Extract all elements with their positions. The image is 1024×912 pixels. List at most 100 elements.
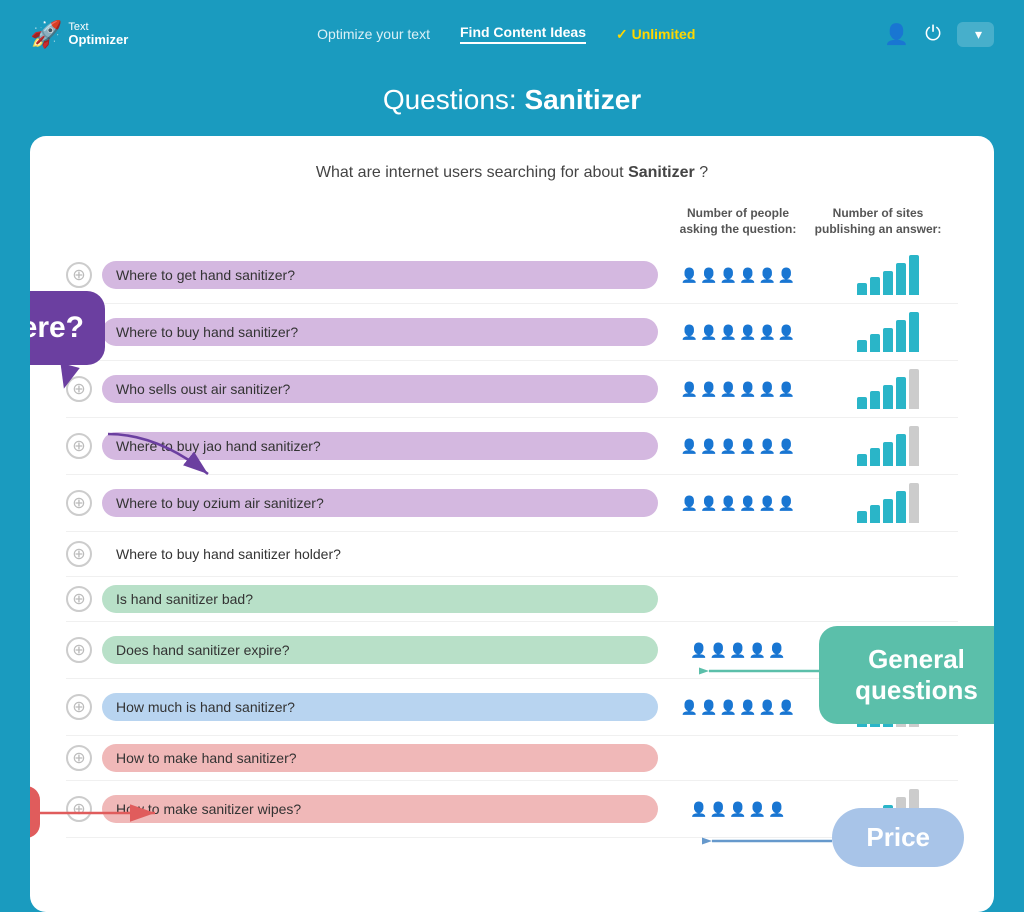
person-icon: 👤 (681, 381, 698, 398)
page-title: Questions: Sanitizer (0, 68, 1024, 136)
table-row: ⊕ Is hand sanitizer bad? (66, 577, 958, 622)
annotation-price-label: Price (866, 822, 930, 852)
people-count: 👤👤👤👤👤👤 (668, 267, 808, 284)
user-icon[interactable]: 👤 (884, 22, 909, 47)
person-icon: 👤 (758, 438, 775, 455)
row-expand-icon[interactable]: ⊕ (66, 694, 92, 720)
question-text[interactable]: Who sells oust air sanitizer? (102, 375, 658, 403)
annotation-general-label: General questions (855, 644, 978, 705)
question-text[interactable]: Where to buy jao hand sanitizer? (102, 432, 658, 460)
person-icon: 👤 (758, 495, 775, 512)
language-dropdown[interactable]: ▾ (957, 22, 994, 47)
person-icon: 👤 (681, 495, 698, 512)
bar (857, 511, 867, 523)
question-text[interactable]: How much is hand sanitizer? (102, 693, 658, 721)
annotation-general-container: General questions (819, 626, 994, 724)
person-icon: 👤 (720, 495, 737, 512)
person-icon: 👤 (729, 801, 746, 818)
person-icon: 👤 (700, 699, 717, 716)
question-text[interactable]: Where to buy ozium air sanitizer? (102, 489, 658, 517)
logo-text: Text Optimizer (68, 21, 128, 47)
people-count: 👤👤👤👤👤 (668, 801, 808, 818)
bar (870, 505, 880, 523)
sites-count (818, 483, 958, 523)
nav-find-content[interactable]: Find Content Ideas (460, 24, 586, 44)
person-icon: 👤 (778, 495, 795, 512)
subtitle-prefix: What are internet users searching for ab… (316, 164, 628, 181)
person-icon: 👤 (739, 495, 756, 512)
person-icon: 👤 (739, 324, 756, 341)
sites-count (818, 312, 958, 352)
question-text[interactable]: How to make hand sanitizer? (102, 744, 658, 772)
person-icon: 👤 (739, 699, 756, 716)
row-expand-icon[interactable]: ⊕ (66, 586, 92, 612)
question-text[interactable]: Is hand sanitizer bad? (102, 585, 658, 613)
row-expand-icon[interactable]: ⊕ (66, 490, 92, 516)
people-count: 👤👤👤👤👤👤 (668, 699, 808, 716)
person-icon: 👤 (739, 267, 756, 284)
subtitle: What are internet users searching for ab… (66, 164, 958, 182)
person-icon: 👤 (700, 324, 717, 341)
row-expand-icon[interactable]: ⊕ (66, 637, 92, 663)
table-row: ⊕ Where to get hand sanitizer? 👤👤👤👤👤👤 (66, 247, 958, 304)
person-icon: 👤 (778, 381, 795, 398)
person-icon: 👤 (778, 699, 795, 716)
header-icons: 👤 ⏻ ▾ (884, 22, 994, 47)
person-icon: 👤 (720, 324, 737, 341)
bar (870, 277, 880, 295)
arrow-diy (30, 798, 170, 828)
bar (857, 397, 867, 409)
people-count: 👤👤👤👤👤👤 (668, 324, 808, 341)
col-header-sites: Number of sites publishing an answer: (808, 206, 948, 237)
main-card: What are internet users searching for ab… (30, 136, 994, 912)
person-icon: 👤 (681, 438, 698, 455)
table-row: ⊕Where to buy hand sanitizer?👤👤👤👤👤👤 (66, 304, 958, 361)
table-row: ⊕Who sells oust air sanitizer?👤👤👤👤👤👤 (66, 361, 958, 418)
question-text[interactable]: Does hand sanitizer expire? (102, 636, 658, 664)
table-row: ⊕ How to make hand sanitizer? (66, 736, 958, 781)
sites-count (818, 255, 958, 295)
person-icon: 👤 (778, 438, 795, 455)
person-icon: 👤 (739, 381, 756, 398)
question-text[interactable]: Where to get hand sanitizer? (102, 261, 658, 289)
person-icon: 👤 (681, 324, 698, 341)
table-row: ⊕Where to buy ozium air sanitizer?👤👤👤👤👤👤 (66, 475, 958, 532)
bar (870, 448, 880, 466)
person-icon: 👤 (768, 801, 785, 818)
sites-count (818, 426, 958, 466)
bar (896, 434, 906, 466)
nav-optimize[interactable]: Optimize your text (317, 26, 430, 42)
person-icon: 👤 (681, 267, 698, 284)
bar (857, 283, 867, 295)
power-icon[interactable]: ⏻ (925, 23, 941, 46)
row-expand-icon[interactable]: ⊕ (66, 745, 92, 771)
bar (870, 391, 880, 409)
person-icon: 👤 (778, 267, 795, 284)
row-expand-icon[interactable]: ⊕ (66, 262, 92, 288)
bar (909, 369, 919, 409)
person-icon: 👤 (700, 381, 717, 398)
table-row: ⊕ Where to buy hand sanitizer holder? (66, 532, 958, 577)
bar (857, 340, 867, 352)
questions-list: ⊕Where to get hand sanitizer?👤👤👤👤👤👤⊕Wher… (66, 247, 958, 838)
title-prefix: Questions: (383, 84, 525, 115)
logo-icon: 🚀 (30, 19, 62, 50)
logo-line2: Optimizer (68, 33, 128, 47)
question-text[interactable]: Where to buy hand sanitizer holder? (102, 540, 658, 568)
bar (909, 483, 919, 523)
person-icon: 👤 (758, 381, 775, 398)
person-icon: 👤 (758, 699, 775, 716)
subtitle-suffix: ? (695, 164, 708, 181)
person-icon: 👤 (778, 324, 795, 341)
question-text[interactable]: How to make sanitizer wipes? (102, 795, 658, 823)
bar-chart (857, 369, 919, 409)
bar (883, 271, 893, 295)
row-expand-icon[interactable]: ⊕ (66, 541, 92, 567)
col-header-people: Number of people asking the question: (668, 206, 808, 237)
person-icon: 👤 (700, 267, 717, 284)
bar (896, 491, 906, 523)
question-text[interactable]: Where to buy hand sanitizer? (102, 318, 658, 346)
row-expand-icon[interactable]: ⊕ (66, 433, 92, 459)
bar (883, 499, 893, 523)
table-row: ⊕Where to buy jao hand sanitizer?👤👤👤👤👤👤 (66, 418, 958, 475)
